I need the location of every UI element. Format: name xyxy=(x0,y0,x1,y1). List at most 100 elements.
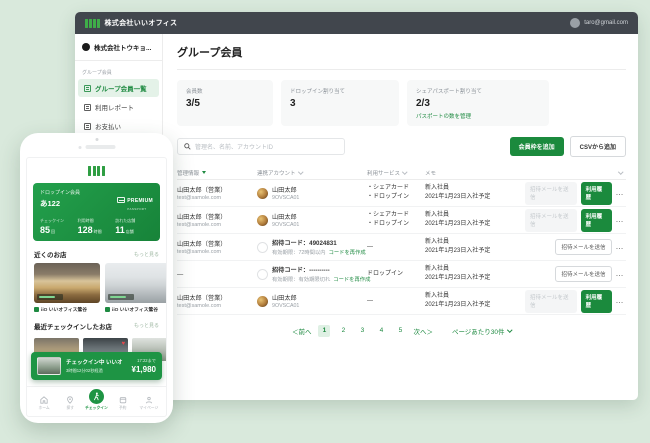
invite-expiry: 有効期限：72時間以内 xyxy=(272,250,326,256)
search-icon xyxy=(184,143,191,150)
page-5-button[interactable]: 5 xyxy=(394,325,406,337)
admin-email: test@samole.com xyxy=(177,195,222,201)
checkin-until: 17:22まで xyxy=(137,358,156,363)
page-title: グループ会員 xyxy=(177,44,626,70)
per-page-select[interactable]: ページあたり30件 xyxy=(452,326,512,336)
stat-card-passport: シェアパスポート割り当て 2/3 パスポートの数を管理 xyxy=(407,80,549,126)
row-more-button[interactable]: … xyxy=(616,189,625,197)
search-input[interactable]: 管理名、名前、アカウントID xyxy=(177,138,345,155)
page-1-button[interactable]: 1 xyxy=(318,325,331,337)
manage-passport-link[interactable]: パスポートの数を管理 xyxy=(416,112,540,120)
invite-expiry: 有効期限：有効期限切れ xyxy=(272,277,331,283)
nearby-more-link[interactable]: もっと見る xyxy=(134,251,159,258)
usage-history-button[interactable]: 利用履歴 xyxy=(580,289,612,313)
chevron-down-icon xyxy=(506,327,512,333)
admin-name: 山田太郎（営業） xyxy=(177,295,227,302)
memo-line: 2021年1月23日入社予定 xyxy=(425,248,491,254)
sidebar-item-usage-report[interactable]: 利用レポート xyxy=(78,98,159,116)
usage-history-button[interactable]: 利用履歴 xyxy=(580,208,612,232)
stat-value: 3 xyxy=(290,98,296,109)
tab-mypage[interactable]: マイページ xyxy=(137,395,161,411)
send-invite-button[interactable]: 招待メールを送信 xyxy=(555,239,612,255)
admin-name: — xyxy=(177,270,184,278)
prev-page-button[interactable]: ＜前へ xyxy=(292,326,312,336)
phone-speaker xyxy=(78,145,115,149)
shop-card[interactable]: iiO いいオフィス鶯谷 営業時間 07:00-19:00 xyxy=(105,263,166,314)
account-name: 山田太郎 xyxy=(272,187,297,194)
page-2-button[interactable]: 2 xyxy=(337,325,349,337)
shop-name: iiO いいオフィス鶯谷 xyxy=(41,308,88,313)
shop-card[interactable]: iiO いいオフィス鶯谷 営業時間 07:00-19:00 xyxy=(34,263,100,314)
admin-email: test@samole.com xyxy=(177,249,222,255)
stat-checkins: チェックイン 85回 xyxy=(40,218,64,235)
stat-label: シェアパスポート割り当て xyxy=(416,89,482,95)
sidebar-item-label: グループ会員一覧 xyxy=(95,86,147,93)
regenerate-code-link[interactable]: コードを再作成 xyxy=(333,277,370,283)
account-id: 9OVSCA01 xyxy=(272,195,300,201)
stat-value: 2/3 xyxy=(416,98,430,109)
app-topbar: 株式会社いいオフィス taro@gmail.com xyxy=(75,12,638,34)
send-invite-button[interactable]: 招待メールを送信 xyxy=(555,266,612,282)
tab-checkin[interactable]: チェックイン xyxy=(84,389,108,411)
col-linked-account[interactable]: 連携アカウント xyxy=(257,169,367,177)
account-id: 9OVSCA01 xyxy=(272,303,300,309)
add-csv-button[interactable]: CSVから追加 xyxy=(569,136,626,157)
payment-icon xyxy=(84,122,91,130)
col-admin-info[interactable]: 管理情報 xyxy=(177,169,257,177)
next-page-button[interactable]: 次へ＞ xyxy=(413,326,433,336)
row-more-button[interactable]: … xyxy=(616,297,625,305)
checkin-elapsed: 3時間12分02秒経過 xyxy=(66,368,103,373)
memo-line: 新入社員 xyxy=(425,212,450,218)
stat-shops: 訪れた店舗 11店舗 xyxy=(115,218,136,235)
memo-line: 2021年1月23日入社予定 xyxy=(425,275,491,281)
empty-avatar xyxy=(257,268,268,280)
regenerate-code-link[interactable]: コードを再作成 xyxy=(329,250,366,256)
col-memo[interactable]: メモ xyxy=(425,169,525,177)
tab-reserve[interactable]: 予約 xyxy=(111,395,135,411)
row-more-button[interactable]: … xyxy=(616,243,625,251)
recent-more-link[interactable]: もっと見る xyxy=(134,322,159,329)
brand: 株式会社いいオフィス xyxy=(85,18,177,28)
service-item: ・シェアカード xyxy=(367,212,410,218)
page-4-button[interactable]: 4 xyxy=(375,325,387,337)
member-number: あ122 xyxy=(40,199,61,208)
tab-search[interactable]: 探す xyxy=(58,395,82,411)
account-id: 9OVSCA01 xyxy=(272,222,300,228)
page-3-button[interactable]: 3 xyxy=(356,325,368,337)
sidebar-item-group-members[interactable]: グループ会員一覧 xyxy=(78,79,159,97)
tab-home[interactable]: ホーム xyxy=(32,395,56,411)
send-invite-button: 招待メールを送信 xyxy=(525,181,577,205)
nearby-shops-title: 近くのお店 xyxy=(34,252,67,259)
shop-photo xyxy=(105,263,166,303)
phone-mockup: ドロップイン会員 あ122 PREMIUM PASSPORT チェックイン 85… xyxy=(20,133,173,423)
col-services[interactable]: 利用サービス xyxy=(367,169,425,177)
row-more-button[interactable]: … xyxy=(616,216,625,224)
org-switcher[interactable]: 株式会社トウキョ... xyxy=(75,34,162,61)
nearby-shop-list: iiO いいオフィス鶯谷 営業時間 07:00-19:00 iiO いいオフィス… xyxy=(34,263,166,314)
checkin-status-banner[interactable]: チェックイン中 いいオ 3時間12分02秒経過 17:22まで ¥1,980 xyxy=(31,352,162,380)
table-row: — 招待コード：---------- 有効期限：有効期限切れ コードを再作成 ドロ… xyxy=(177,261,626,288)
invite-code: 招待コード：49024831 xyxy=(272,240,337,247)
usage-history-button[interactable]: 利用履歴 xyxy=(580,181,612,205)
app-logo-icon xyxy=(27,166,166,176)
account-menu[interactable]: taro@gmail.com xyxy=(570,18,628,28)
stat-card-members: 会員数 3/5 xyxy=(177,80,273,126)
row-more-button[interactable]: … xyxy=(616,270,625,278)
table-header: 管理情報 連携アカウント 利用サービス メモ xyxy=(177,166,626,180)
map-pin-icon xyxy=(66,395,75,404)
checkin-shop-photo xyxy=(37,357,61,375)
shop-photo xyxy=(34,263,100,303)
membership-type: ドロップイン会員 xyxy=(40,190,81,196)
account-email: taro@gmail.com xyxy=(584,20,628,26)
chevron-down-icon xyxy=(402,169,408,174)
add-member-button[interactable]: 会員枠を追加 xyxy=(509,137,564,156)
phone-screen: ドロップイン会員 あ122 PREMIUM PASSPORT チェックイン 85… xyxy=(26,157,167,417)
empty-avatar xyxy=(257,241,268,253)
stat-label: 会員数 xyxy=(186,89,203,95)
col-actions[interactable] xyxy=(525,169,626,174)
table-row: 山田太郎（営業） test@samole.com 山田太郎 9OVSCA01 ・… xyxy=(177,207,626,234)
membership-card: ドロップイン会員 あ122 PREMIUM PASSPORT チェックイン 85… xyxy=(33,183,160,241)
stat-label: ドロップイン割り当て xyxy=(290,89,346,95)
favorite-heart-icon[interactable]: ♥ xyxy=(121,341,125,347)
service-item: ・ドロップイン xyxy=(367,194,410,200)
